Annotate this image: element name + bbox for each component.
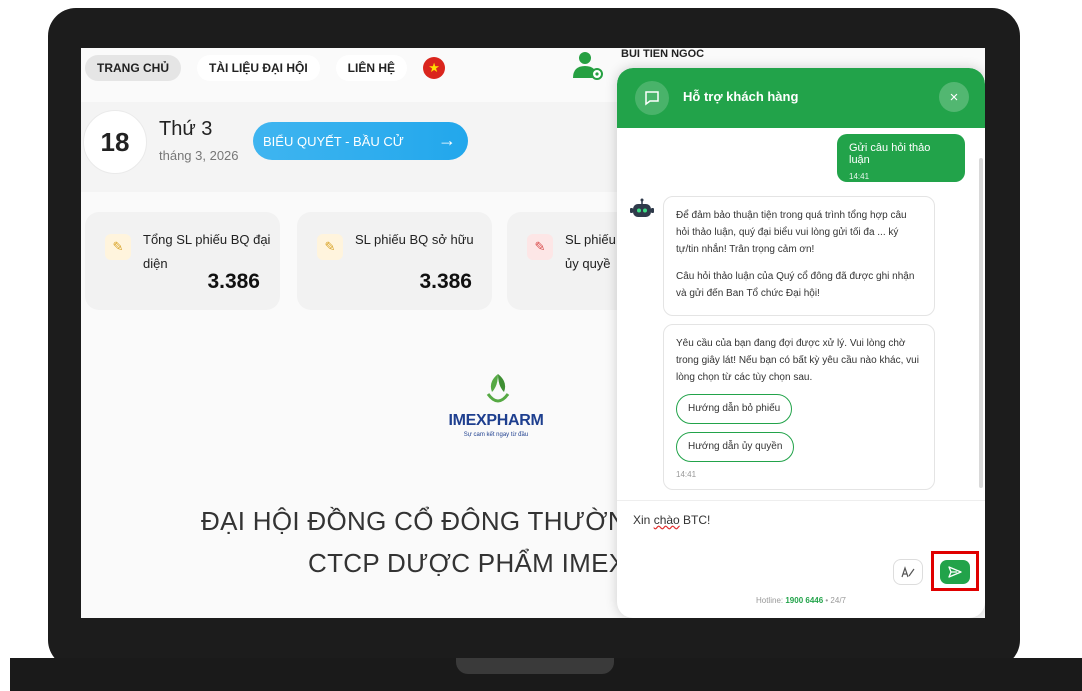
send-button[interactable]: [940, 560, 970, 584]
bot-message-time: 14:41: [676, 470, 697, 479]
hotline-footer: Hotline: 1900 6446 • 24/7: [617, 596, 985, 605]
weekday: Thứ 3: [159, 118, 213, 140]
headline-line-1: ĐẠI HỘI ĐỒNG CỔ ĐÔNG THƯỜNG N: [201, 506, 675, 536]
hotline-suffix: • 24/7: [823, 596, 846, 605]
hotline-number[interactable]: 1900 6446: [785, 596, 823, 605]
close-icon[interactable]: ×: [939, 82, 969, 112]
option-proxy-guide[interactable]: Hướng dẫn ủy quyền: [676, 432, 795, 462]
vietnam-flag-icon[interactable]: ★: [423, 57, 446, 79]
bot-message-text: Yêu cầu của bạn đang đợi được xử lý. Vui…: [676, 338, 919, 383]
bot-message: Để đảm bảo thuận tiện trong quá trình tổ…: [663, 196, 935, 316]
chat-scrollbar[interactable]: [979, 158, 983, 488]
nav-contact[interactable]: LIÊN HỆ: [335, 55, 408, 81]
ballot-icon: ✎: [527, 234, 553, 260]
stat-card-owned: ✎ SL phiếu BQ sở hữu 3.386: [297, 212, 492, 310]
stat-label: Tổng SL phiếu BQ đại diện: [143, 232, 271, 271]
bot-avatar-icon: [630, 198, 654, 217]
vote-button-label: BIỂU QUYẾT - BẦU CỬ: [263, 133, 404, 149]
nav-home[interactable]: TRANG CHỦ: [85, 55, 181, 81]
stat-value: 3.386: [419, 270, 472, 293]
bot-message-text: Để đảm bảo thuận tiện trong quá trình tổ…: [676, 210, 907, 255]
chat-messages: Gửi câu hỏi thảo luận 14:41 Để đảm bảo t…: [617, 128, 985, 498]
send-highlight-box: [931, 551, 979, 591]
chat-input-area: Xin chào BTC!: [617, 500, 985, 591]
laptop-screen: TRANG CHỦ TÀI LIỆU ĐẠI HỘI LIÊN HỆ ★ BUI…: [81, 48, 985, 618]
imexpharm-logo: IMEXPHARM Sự cam kết ngay từ đầu: [421, 366, 571, 452]
vote-election-button[interactable]: BIỂU QUYẾT - BẦU CỬ →: [253, 122, 468, 160]
month-year: tháng 3, 2026: [159, 148, 239, 163]
input-text-suffix: BTC!: [679, 513, 711, 527]
day-number: 18: [83, 110, 147, 174]
chat-header: Hỗ trợ khách hàng ×: [617, 68, 985, 128]
screenshot-stage: TRANG CHỦ TÀI LIỆU ĐẠI HỘI LIÊN HỆ ★ BUI…: [0, 0, 1082, 691]
stat-card-representative: ✎ Tổng SL phiếu BQ đại diện 3.386: [85, 212, 280, 310]
laptop-notch: [456, 658, 614, 674]
input-text-misspelled: chào: [653, 513, 680, 527]
leaf-logo-icon: [486, 374, 510, 403]
text-format-icon: [901, 566, 915, 578]
stat-value: 3.386: [207, 270, 260, 293]
ballot-icon: ✎: [105, 234, 131, 260]
option-voting-guide[interactable]: Hướng dẫn bỏ phiếu: [676, 394, 793, 424]
chat-bubble-icon: [635, 81, 669, 115]
bot-message: Yêu cầu của bạn đang đợi được xử lý. Vui…: [663, 324, 935, 490]
headline-line-2: CTCP DƯỢC PHẨM IMEXP: [308, 548, 645, 578]
user-name: BUI TIEN NGOC: [621, 48, 705, 60]
chat-title: Hỗ trợ khách hàng: [683, 89, 799, 104]
text-format-button[interactable]: [893, 559, 923, 585]
arrow-right-icon: →: [438, 130, 456, 150]
hotline-label: Hotline:: [755, 596, 786, 605]
nav-documents[interactable]: TÀI LIỆU ĐẠI HỘI: [197, 55, 320, 81]
voting-status-faded: [735, 48, 905, 70]
stat-label: SL phiếu BQ sở hữu: [355, 232, 474, 247]
input-text-prefix: Xin: [633, 513, 654, 527]
bot-message-text: Câu hỏi thảo luận của Quý cổ đông đã đượ…: [676, 271, 915, 299]
logo-word: IMEXPHARM: [448, 412, 544, 429]
user-settings-icon[interactable]: [571, 50, 605, 82]
send-icon: [948, 566, 962, 578]
user-message-time: 14:41: [849, 172, 870, 181]
logo-tagline: Sự cam kết ngay từ đầu: [463, 432, 529, 438]
user-message: Gửi câu hỏi thảo luận 14:41: [837, 134, 965, 182]
user-message-text: Gửi câu hỏi thảo luận: [849, 142, 931, 166]
support-chat-panel: Hỗ trợ khách hàng × Gửi câu hỏi thảo luậ…: [617, 68, 985, 618]
stat-label: SL phiếu ủy quyề: [565, 232, 616, 271]
ballot-icon: ✎: [317, 234, 343, 260]
chat-message-input[interactable]: Xin chào BTC!: [633, 513, 963, 527]
